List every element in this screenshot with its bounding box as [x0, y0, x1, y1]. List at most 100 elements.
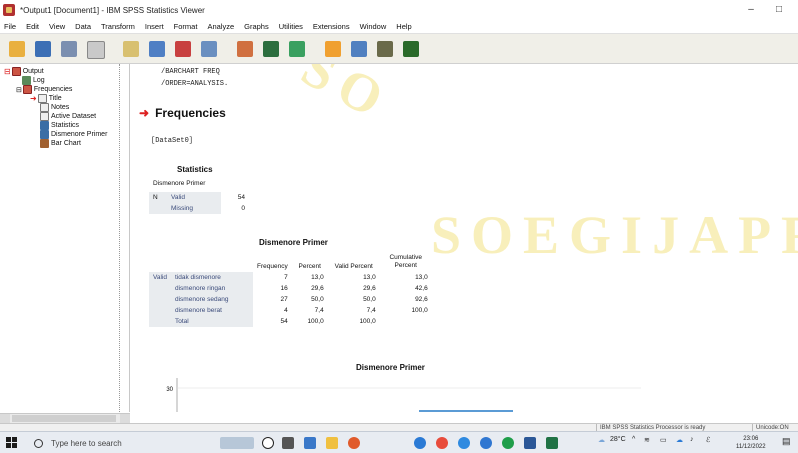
excel-icon[interactable] — [546, 437, 558, 449]
minimize-button[interactable]: – — [738, 2, 764, 18]
widgets-icon[interactable] — [282, 437, 294, 449]
tree-item-bar-chart[interactable]: Bar Chart — [40, 139, 81, 148]
frequency-table-title: Dismenore Primer — [259, 238, 328, 247]
table-row: dismenore ringan 16 29,6 29,6 42,6 — [149, 283, 432, 294]
volume-icon[interactable]: ♪ — [690, 436, 694, 443]
print-preview-icon[interactable] — [84, 38, 106, 60]
y-tick-label: 30 — [166, 387, 173, 393]
table-cell — [149, 294, 171, 305]
taskbar-weather-widget-icon[interactable] — [220, 437, 254, 449]
recall-dialog-icon[interactable] — [146, 38, 168, 60]
designate-window-icon[interactable] — [374, 38, 396, 60]
folder-icon[interactable] — [326, 437, 338, 449]
battery-icon[interactable]: ▭ — [660, 436, 667, 444]
menu-transform[interactable]: Transform — [101, 22, 135, 31]
windows-start-icon[interactable] — [6, 437, 18, 449]
edge-icon[interactable] — [414, 437, 426, 449]
toolbar — [0, 34, 798, 64]
save-icon[interactable] — [32, 38, 54, 60]
tree-item-active-dataset[interactable]: Active Dataset — [40, 112, 96, 121]
table-row: dismenore berat 4 7,4 7,4 100,0 — [149, 305, 432, 316]
search-icon — [34, 438, 43, 448]
print-icon[interactable] — [58, 38, 80, 60]
table-row: Missing 0 — [149, 203, 249, 214]
tree-item-label: Log — [33, 77, 45, 84]
file-explorer-icon[interactable] — [304, 437, 316, 449]
column-header: Valid Percent — [334, 263, 373, 270]
menu-insert[interactable]: Insert — [145, 22, 164, 31]
language-icon[interactable]: ℰ — [706, 436, 710, 444]
output-book-icon — [22, 85, 32, 94]
menu-analyze[interactable]: Analyze — [207, 22, 234, 31]
tree-item-output[interactable]: ⊟ Output — [4, 67, 44, 76]
menu-graphs[interactable]: Graphs — [244, 22, 269, 31]
bar-chart[interactable]: 30 — [161, 376, 651, 412]
menu-extensions[interactable]: Extensions — [313, 22, 350, 31]
syntax-line: /ORDER=ANALYSIS. — [161, 80, 229, 88]
variables-icon[interactable] — [286, 38, 308, 60]
output-content-pane: SO SOEGIJAPRA /BARCHART FREQ /ORDER=ANAL… — [131, 64, 798, 412]
scrollbar-thumb[interactable] — [12, 415, 116, 422]
goto-data-icon[interactable] — [234, 38, 256, 60]
section-heading-text: Frequencies — [155, 106, 226, 120]
tree-item-label: Output — [22, 68, 44, 75]
statistics-variable-label: Dismenore Primer — [153, 180, 206, 187]
tree-item-title[interactable]: ➜ Title — [30, 94, 62, 103]
scroll-left-button[interactable] — [0, 414, 10, 423]
tree-item-notes[interactable]: Notes — [40, 103, 69, 112]
firefox-icon[interactable] — [348, 437, 360, 449]
scroll-right-button[interactable] — [120, 414, 130, 423]
column-header: Frequency — [257, 263, 288, 270]
export-icon[interactable] — [120, 38, 142, 60]
weather-temp[interactable]: 28°C — [610, 436, 626, 443]
table-cell: N — [149, 192, 167, 203]
expand-arrow-icon: ⊟ — [4, 67, 11, 76]
redo-icon[interactable] — [198, 38, 220, 60]
table-icon — [40, 121, 49, 130]
bar-dismenore-sedang[interactable] — [419, 410, 513, 412]
tree-item-log[interactable]: Log — [22, 76, 45, 85]
table-cell: 7,4 — [314, 307, 324, 314]
tree-item-frequencies[interactable]: ⊟ Frequencies — [16, 85, 72, 94]
whatsapp-icon[interactable] — [502, 437, 514, 449]
tree-item-statistics[interactable]: Statistics — [40, 121, 79, 130]
menu-format[interactable]: Format — [174, 22, 198, 31]
table-cell: 29,6 — [363, 285, 376, 292]
taskbar-search-box[interactable]: Type here to search — [28, 434, 198, 452]
outline-divider[interactable] — [119, 64, 121, 412]
menu-file[interactable]: File — [4, 22, 16, 31]
task-view-icon[interactable] — [262, 437, 274, 449]
outline-horizontal-scrollbar[interactable] — [0, 413, 130, 423]
tree-item-label: Statistics — [51, 122, 80, 129]
menu-view[interactable]: View — [49, 22, 65, 31]
menu-help[interactable]: Help — [396, 22, 411, 31]
tree-item-dismenore-primer[interactable]: Dismenore Primer — [40, 130, 107, 139]
table-cell: 92,6 — [415, 296, 428, 303]
menu-data[interactable]: Data — [75, 22, 91, 31]
tray-chevron-icon[interactable]: ^ — [632, 436, 635, 443]
taskbar-clock[interactable]: 23:06 11/12/2022 — [736, 435, 766, 451]
spss-app-icon — [3, 4, 15, 16]
word-icon[interactable] — [524, 437, 536, 449]
notifications-icon[interactable]: ▤ — [782, 436, 791, 447]
select-cases-icon[interactable] — [322, 38, 344, 60]
chrome-icon[interactable] — [436, 437, 448, 449]
menu-utilities[interactable]: Utilities — [279, 22, 303, 31]
show-all-icon[interactable] — [348, 38, 370, 60]
maximize-button[interactable]: □ — [766, 2, 792, 18]
tree-item-label: Bar Chart — [51, 140, 81, 147]
open-icon[interactable] — [6, 38, 28, 60]
network-icon[interactable]: ≋ — [644, 436, 650, 444]
table-cell: 50,0 — [311, 296, 324, 303]
title-icon — [37, 94, 47, 103]
goto-case-icon[interactable] — [260, 38, 282, 60]
run-script-icon[interactable] — [400, 38, 422, 60]
browser-icon[interactable] — [458, 437, 470, 449]
table-cell: 7,4 — [366, 307, 376, 314]
menu-edit[interactable]: Edit — [26, 22, 39, 31]
undo-icon[interactable] — [172, 38, 194, 60]
table-cell: 29,6 — [311, 285, 324, 292]
menu-window[interactable]: Window — [360, 22, 387, 31]
app-icon[interactable] — [480, 437, 492, 449]
cloud-icon[interactable]: ☁ — [676, 436, 683, 444]
